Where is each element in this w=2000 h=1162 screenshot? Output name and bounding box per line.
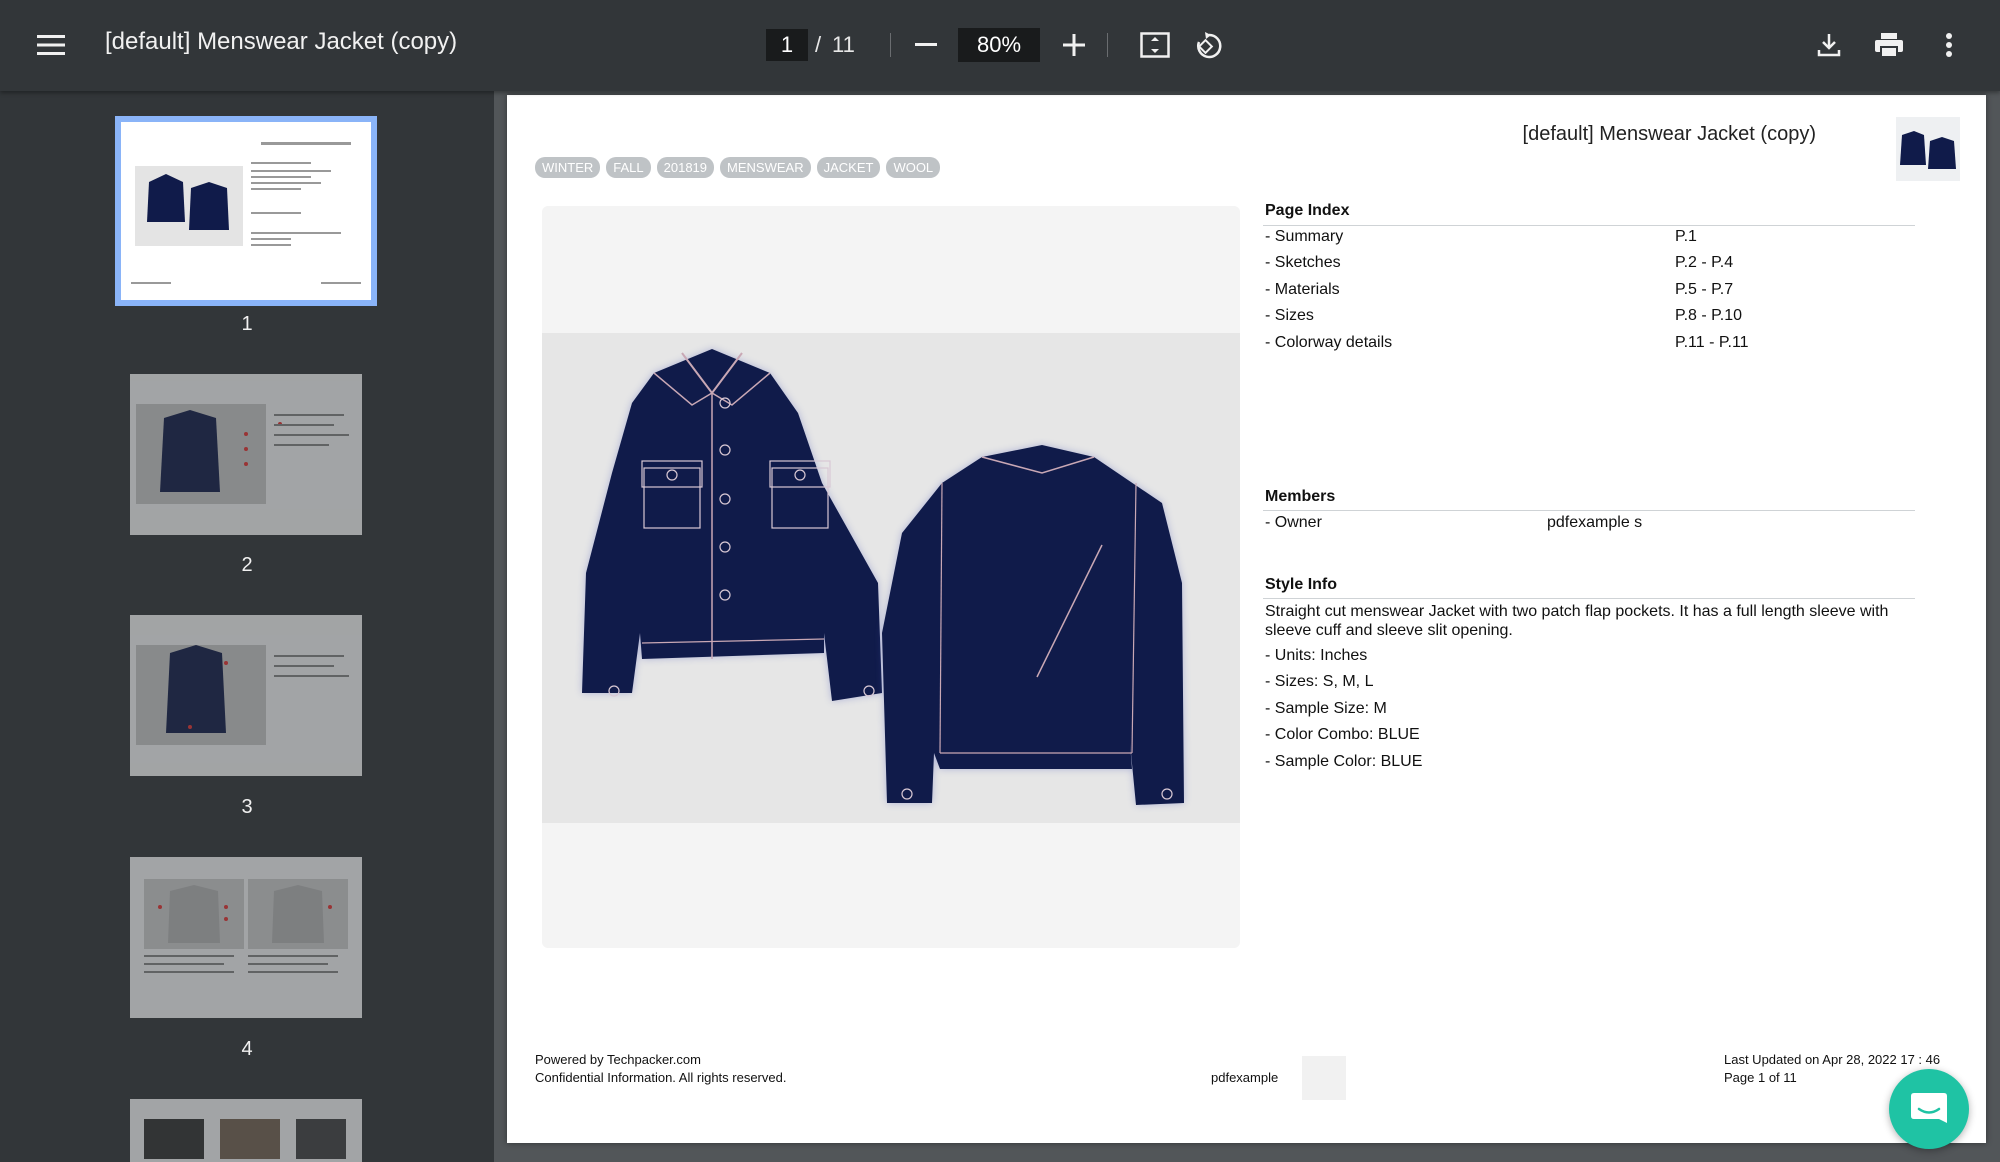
member-role: - Owner	[1265, 514, 1322, 531]
jacket-thumbnail-image	[1900, 131, 1956, 169]
menu-button[interactable]	[30, 24, 72, 66]
rotate-icon	[1197, 32, 1222, 59]
section-divider	[1263, 598, 1915, 599]
thumbnail-label: 1	[241, 313, 253, 335]
style-image	[542, 333, 1240, 823]
page-thumbnail-4[interactable]	[130, 857, 362, 1018]
last-updated-text: Last Updated on Apr 28, 2022 17 : 46	[1724, 1052, 1941, 1067]
index-label: - Materials	[1265, 281, 1340, 298]
pdf-page: [default] Menswear Jacket (copy) WINTER …	[507, 95, 1986, 1143]
thumbnail-preview	[136, 404, 349, 504]
zoom-level[interactable]: 80%	[958, 28, 1040, 62]
style-info-item: - Sample Color: BLUE	[1265, 753, 1423, 770]
style-info-item: - Sample Size: M	[1265, 700, 1387, 717]
download-button[interactable]	[1810, 26, 1848, 64]
page-thumbnail-1[interactable]	[115, 116, 377, 306]
download-icon	[1817, 34, 1841, 57]
page-title: [default] Menswear Jacket (copy)	[1522, 123, 1816, 145]
index-value: P.2 - P.4	[1675, 254, 1734, 271]
tag: FALL	[606, 157, 651, 178]
powered-by-text: Powered by Techpacker.com	[535, 1052, 701, 1067]
chat-icon	[1911, 1093, 1947, 1123]
thumbnail-preview	[144, 879, 348, 973]
zoom-in-button[interactable]	[1056, 26, 1092, 64]
thumbnail-preview	[144, 1119, 346, 1159]
confidential-text: Confidential Information. All rights res…	[535, 1070, 787, 1085]
thumbnail-label: 2	[241, 554, 253, 576]
minus-icon	[915, 43, 937, 46]
thumbnail-label: 4	[241, 1038, 253, 1060]
style-info-heading: Style Info	[1265, 576, 1338, 593]
style-info-item: - Sizes: S, M, L	[1265, 673, 1374, 690]
thumbnail-preview	[131, 142, 361, 284]
members-heading: Members	[1265, 488, 1336, 505]
index-value: P.8 - P.10	[1675, 307, 1743, 324]
index-label: - Sketches	[1265, 254, 1341, 271]
zoom-out-button[interactable]	[908, 26, 944, 64]
section-divider	[1263, 510, 1915, 511]
style-info-item: - Color Combo: BLUE	[1265, 726, 1420, 743]
hamburger-icon	[37, 35, 65, 55]
tag: 201819	[656, 157, 715, 178]
tag: WINTER	[535, 157, 601, 178]
index-label: - Summary	[1265, 228, 1344, 245]
member-name: pdfexample s	[1547, 514, 1643, 531]
tag-list: WINTER FALL 201819 MENSWEAR JACKET WOOL	[535, 157, 941, 178]
toolbar-divider	[1107, 33, 1108, 57]
page-thumbnail-2[interactable]	[130, 374, 362, 535]
page-thumbnail-3[interactable]	[130, 615, 362, 776]
style-description: Straight cut menswear Jacket with two pa…	[1265, 603, 1889, 639]
rotate-button[interactable]	[1188, 26, 1226, 64]
style-image-panel	[542, 206, 1240, 948]
index-value: P.11 - P.11	[1675, 334, 1749, 351]
print-button[interactable]	[1870, 26, 1908, 64]
more-vertical-icon	[1946, 33, 1952, 57]
tag: WOOL	[886, 157, 941, 178]
tag: MENSWEAR	[720, 157, 811, 178]
printer-icon	[1875, 33, 1903, 58]
section-divider	[1263, 225, 1915, 226]
chat-button[interactable]	[1889, 1069, 1969, 1149]
signature-name: pdfexample	[1211, 1070, 1279, 1085]
page-index-heading: Page Index	[1265, 202, 1350, 219]
page-separator: /	[815, 32, 822, 57]
index-label: - Sizes	[1265, 307, 1314, 324]
style-info-item: - Units: Inches	[1265, 647, 1368, 664]
pdf-toolbar: [default] Menswear Jacket (copy) 1 / 11 …	[0, 0, 2000, 91]
document-title: [default] Menswear Jacket (copy)	[105, 28, 458, 55]
style-thumbnail	[1896, 117, 1960, 181]
signature-box	[1302, 1056, 1346, 1100]
index-value: P.5 - P.7	[1675, 281, 1734, 298]
page-total: 11	[832, 32, 855, 57]
fit-page-button[interactable]	[1136, 26, 1174, 64]
thumbnail-sidebar: 1 2 3 4	[0, 91, 494, 1162]
thumbnail-preview	[136, 645, 349, 745]
jacket-sketch-image	[582, 349, 1184, 805]
index-value: P.1	[1675, 228, 1697, 245]
more-options-button[interactable]	[1930, 26, 1968, 64]
page-thumbnail-5[interactable]	[130, 1099, 362, 1162]
toolbar-divider	[890, 33, 891, 57]
index-label: - Colorway details	[1265, 334, 1393, 351]
footer-left: Powered by Techpacker.com Confidential I…	[535, 1051, 786, 1087]
fit-page-icon	[1140, 32, 1170, 58]
tag: JACKET	[816, 157, 881, 178]
thumbnail-label: 3	[241, 796, 253, 818]
page-number-input[interactable]: 1	[766, 29, 808, 61]
plus-icon	[1063, 34, 1085, 56]
